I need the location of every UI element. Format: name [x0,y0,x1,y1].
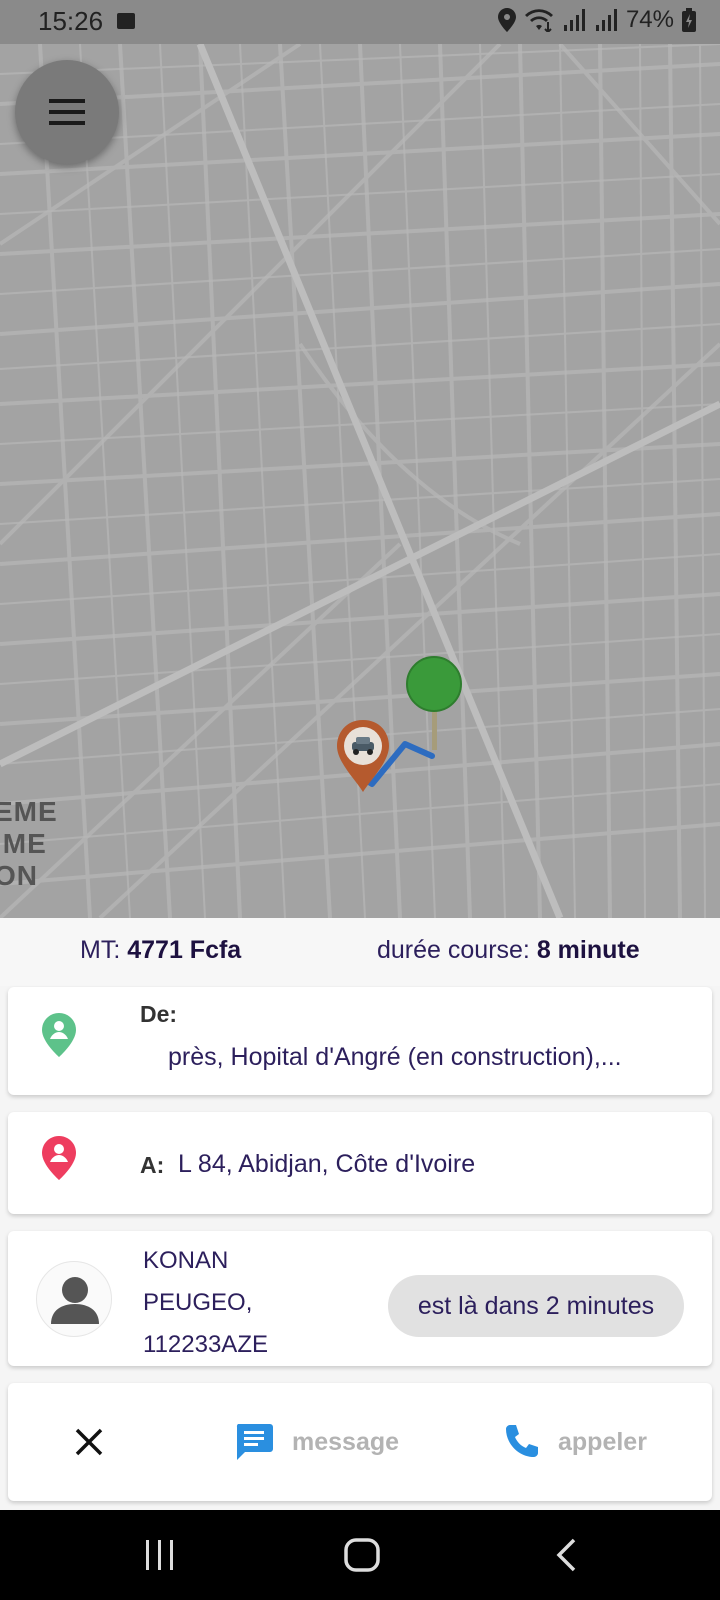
actions-card: message appeler [8,1383,712,1501]
driver-plate: 112233AZE [143,1331,268,1358]
avatar [36,1261,112,1337]
car-pin-icon[interactable] [337,720,389,792]
status-bar: 15:26 74% [0,0,720,44]
home-icon [344,1538,380,1572]
map-label: ON [0,860,38,891]
map-label: EME [0,796,58,827]
map-view[interactable]: EME IME ON [0,44,720,918]
message-icon [236,1424,273,1460]
message-label: message [292,1427,400,1456]
back-icon [556,1538,576,1572]
close-icon [75,1428,103,1456]
battery-charging-icon [682,8,696,32]
pickup-card[interactable]: De: près, Hopital d'Angré (en constructi… [8,987,712,1095]
location-icon [497,8,516,32]
back-button[interactable] [536,1510,596,1600]
destination-pin-icon[interactable] [406,656,462,750]
system-nav-bar [0,1510,720,1600]
trip-info: MT: 4771 Fcfa durée course: 8 minute [0,918,720,986]
hamburger-icon [49,99,85,125]
dropoff-label: A: [140,1152,165,1178]
eta-badge: est là dans 2 minutes [388,1275,684,1337]
signal-icon [595,9,617,31]
driver-card: KONAN PEUGEO, 112233AZE est là dans 2 mi… [8,1231,712,1366]
pickup-label: De: [140,1001,178,1027]
driver-car: PEUGEO, [143,1289,253,1316]
wifi-icon [524,9,553,32]
map-label: IME [0,828,47,859]
message-button[interactable]: message [234,1383,399,1501]
pickup-pin-icon [42,1013,76,1057]
pickup-address: près, Hopital d'Angré (en construction),… [168,1043,622,1071]
dropoff-pin-icon [42,1136,76,1180]
menu-button[interactable] [15,60,119,164]
image-icon [117,13,135,29]
call-label: appeler [558,1427,647,1456]
fare-label: MT: [80,936,121,964]
fare: MT: 4771 Fcfa [80,936,241,965]
call-button[interactable]: appeler [502,1383,647,1501]
trip-duration: durée course: 8 minute [377,936,640,965]
person-icon [51,1277,99,1324]
map-streets [0,44,720,918]
duration-label: durée course: [377,936,530,964]
duration-value: 8 minute [536,936,640,964]
status-icons: 74% [497,6,696,34]
recents-icon [146,1540,173,1570]
home-button[interactable] [332,1510,392,1600]
cancel-button[interactable] [74,1383,104,1501]
driver-name: KONAN [143,1247,229,1274]
phone-icon [506,1425,538,1457]
dropoff-address: L 84, Abidjan, Côte d'Ivoire [178,1150,476,1178]
dropoff-card[interactable]: A: L 84, Abidjan, Côte d'Ivoire [8,1112,712,1214]
battery-percent: 74% [625,6,674,33]
signal-icon [563,9,585,31]
recents-button[interactable] [130,1510,190,1600]
status-time: 15:26 [38,6,104,36]
fare-value: 4771 Fcfa [127,936,242,964]
